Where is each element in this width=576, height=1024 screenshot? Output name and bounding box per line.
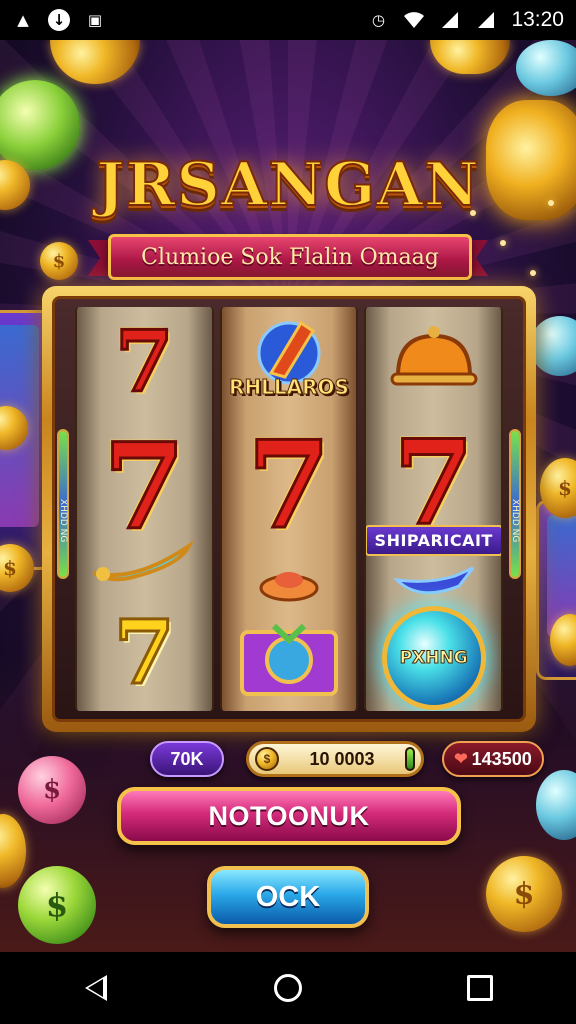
reels[interactable]: 7 7 7 RHLLAROS 7 7 SHIPARICAIT PXHNG: [75, 307, 504, 711]
reel-symbol: 7: [222, 415, 357, 556]
pink-coin-icon: $: [18, 756, 86, 824]
image-icon: ▣: [87, 11, 103, 29]
orb: PXHNG: [381, 606, 486, 710]
seven-symbol: 7: [114, 312, 175, 411]
download-icon: ↓: [48, 9, 70, 31]
wifi-icon: [403, 9, 425, 31]
boomerang-icon: [77, 533, 212, 593]
notification-icon: ▲: [17, 11, 29, 29]
signal-icon: [475, 9, 497, 31]
bet-counter: 70K: [150, 741, 224, 777]
reel-symbol: 7: [77, 417, 212, 556]
reel-symbol: 7: [77, 600, 212, 704]
navigation-bar: [0, 952, 576, 1024]
home-icon: [274, 974, 302, 1002]
reel-2[interactable]: RHLLAROS 7: [219, 307, 359, 711]
orb-label: PXHNG: [399, 648, 468, 669]
home-button[interactable]: [258, 958, 318, 1018]
status-time: 13:20: [511, 8, 564, 31]
sparkle: [500, 240, 506, 246]
reel-1[interactable]: 7 7 7: [75, 307, 214, 711]
reel-label-text: SHIPARICAIT: [366, 524, 502, 556]
recent-apps-icon: [467, 975, 493, 1001]
seven-symbol: 7: [102, 417, 187, 556]
slot-machine-window: XHDD NG XHDD NG 7 7 7 RHLLAROS 7 7 SHIPA…: [52, 296, 526, 722]
status-bar-left: ▲ ↓ ▣: [12, 9, 106, 31]
subtitle-text: Clumioe Sok Flalin Omaag: [141, 244, 439, 270]
coin-counter: $ 10 0003: [246, 741, 424, 777]
bell-icon: [366, 319, 501, 399]
main-action-button[interactable]: NOTOONUK: [117, 787, 461, 845]
green-coin-icon: $: [18, 866, 96, 944]
coin-pile-icon: [222, 557, 357, 607]
coin-value: 10 0003: [309, 748, 375, 769]
seven-symbol: 7: [246, 415, 332, 556]
recent-apps-button[interactable]: [450, 958, 510, 1018]
heart-icon: ❤: [454, 751, 468, 768]
status-bar-right: ◷ 13:20: [367, 8, 564, 32]
reel-label-text: RHLLAROS: [229, 375, 350, 400]
ok-button[interactable]: OCK: [207, 866, 369, 928]
teal-coin-icon: [516, 40, 576, 96]
gold-coin-icon: $: [40, 242, 78, 280]
signal-icon: [439, 9, 461, 31]
reel-3[interactable]: 7 SHIPARICAIT PXHNG: [364, 307, 504, 711]
alarm-icon: ◷: [371, 11, 385, 29]
bet-value: 70K: [170, 748, 204, 769]
ok-button-label: OCK: [255, 880, 321, 913]
win-counter: ❤ 143500: [442, 741, 544, 777]
seven-symbol: 7: [112, 600, 176, 704]
sparkle: [530, 270, 536, 276]
coin-icon: $: [255, 747, 279, 771]
subtitle-ribbon: Clumioe Sok Flalin Omaag: [108, 234, 472, 280]
back-icon: [85, 975, 107, 1001]
gold-coin-icon: $: [486, 856, 562, 932]
orb-icon: PXHNG: [366, 603, 501, 711]
main-action-label: NOTOONUK: [208, 800, 370, 831]
machine-side-text: XHDD NG: [510, 499, 520, 543]
energy-bar-icon: [404, 747, 415, 771]
reel-label: SHIPARICAIT: [366, 523, 502, 557]
status-bar: ▲ ↓ ▣ ◷ 13:20: [0, 0, 576, 40]
gift-box-icon: [222, 613, 357, 703]
game-title: JRSANGAN: [95, 149, 480, 221]
win-value: 143500: [471, 748, 532, 769]
slot-machine: XHDD NG XHDD NG 7 7 7 RHLLAROS 7 7 SHIPA…: [42, 286, 536, 732]
machine-side-text: XHDD NG: [58, 499, 68, 543]
genie-lamp-icon: [366, 555, 501, 605]
back-button[interactable]: [66, 958, 126, 1018]
reel-symbol: 7: [77, 317, 212, 407]
reel-label: RHLLAROS: [222, 369, 357, 405]
